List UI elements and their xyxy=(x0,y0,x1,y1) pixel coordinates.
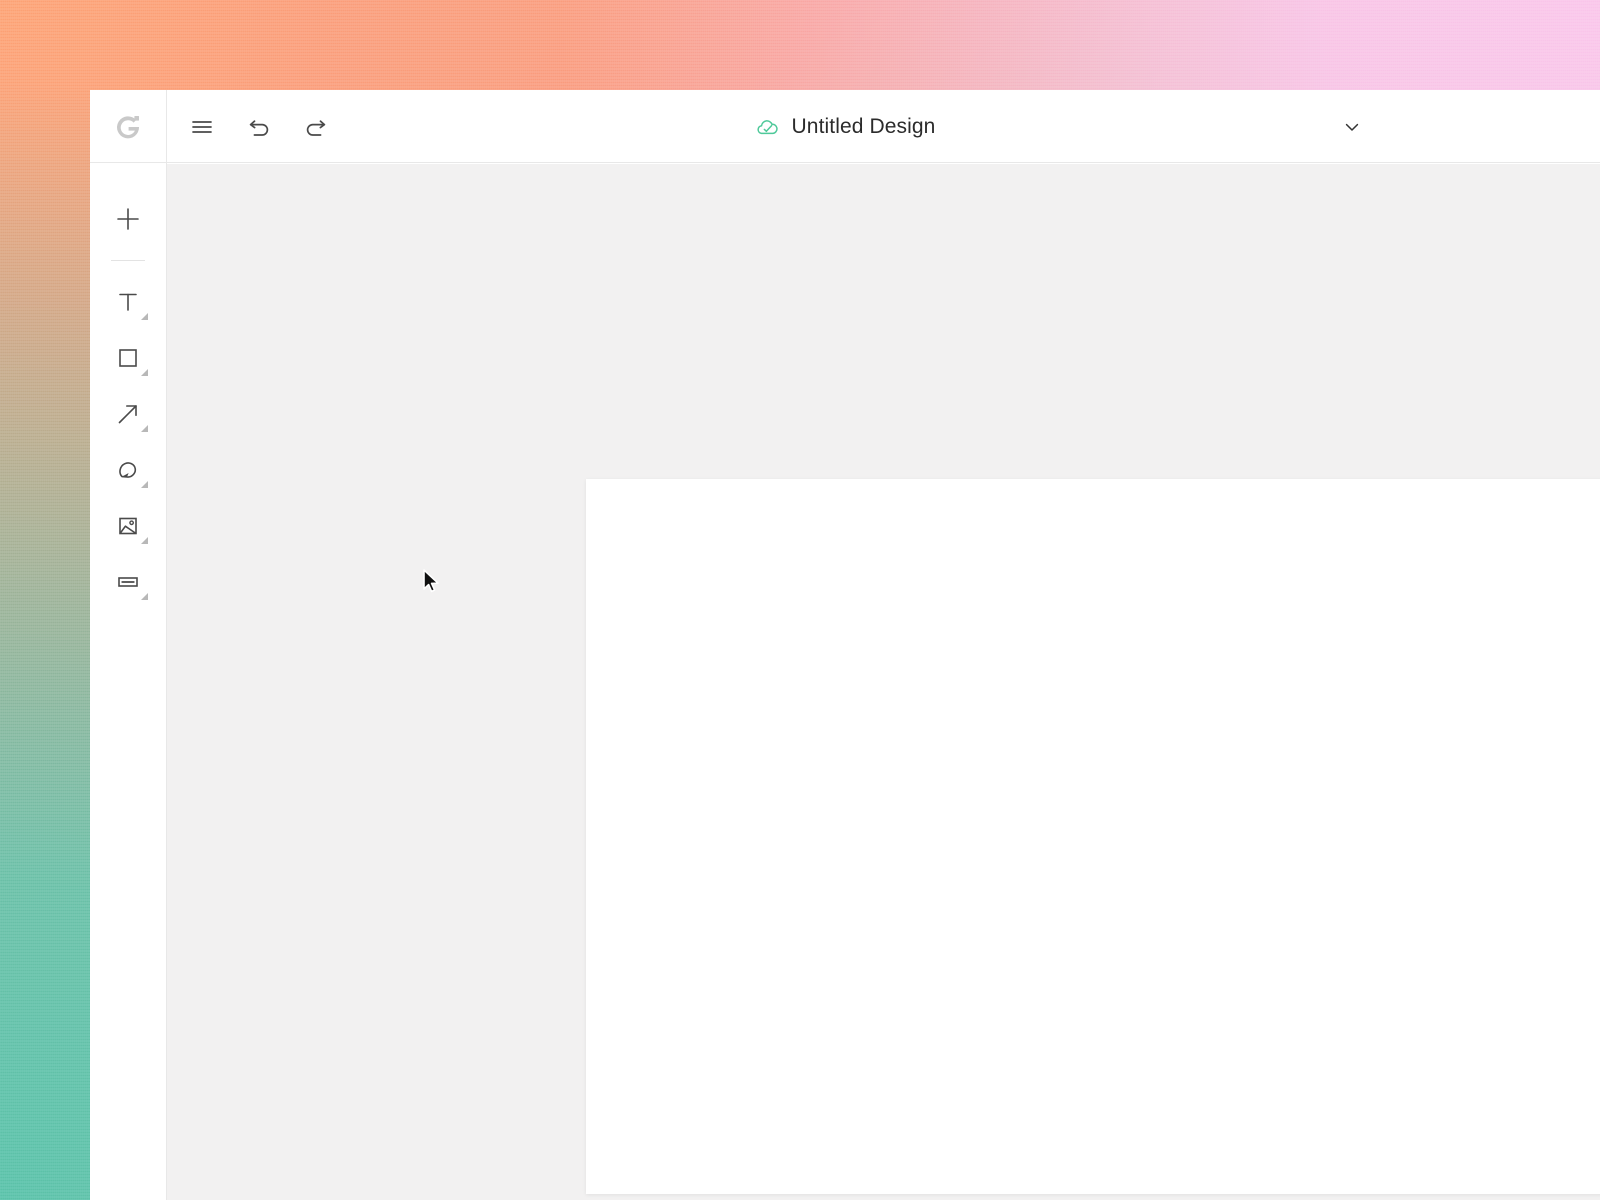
redo-arrow-icon xyxy=(302,113,330,141)
canvas-workspace[interactable] xyxy=(167,164,1600,1200)
plus-icon xyxy=(113,204,143,234)
app-logo-button[interactable] xyxy=(90,90,167,163)
pen-tool-icon xyxy=(113,455,143,485)
cloud-check-icon xyxy=(755,115,779,139)
hamburger-menu-icon xyxy=(189,114,215,140)
tool-submenu-indicator-icon xyxy=(141,425,148,432)
toolbar-action-group xyxy=(185,90,333,163)
tool-submenu-indicator-icon xyxy=(141,313,148,320)
image-tool-icon xyxy=(113,511,143,541)
document-title-text: Untitled Design xyxy=(791,114,936,138)
left-tool-rail xyxy=(90,163,167,1200)
top-toolbar: Untitled Design xyxy=(90,90,1600,163)
text-tool-icon xyxy=(113,287,143,317)
chevron-down-icon xyxy=(1340,115,1364,139)
tool-submenu-indicator-icon xyxy=(141,369,148,376)
tool-submenu-indicator-icon xyxy=(141,481,148,488)
undo-arrow-icon xyxy=(245,113,273,141)
undo-button[interactable] xyxy=(242,110,276,144)
tool-submenu-indicator-icon xyxy=(141,537,148,544)
desktop-background: Untitled Design xyxy=(0,0,1600,1200)
rectangle-tool-button[interactable] xyxy=(100,330,156,386)
gravit-g-logo-icon xyxy=(112,111,144,143)
text-tool-button[interactable] xyxy=(100,274,156,330)
add-tool-button[interactable] xyxy=(100,191,156,247)
application-window: Untitled Design xyxy=(90,90,1600,1200)
slice-tool-button[interactable] xyxy=(100,554,156,610)
pen-tool-button[interactable] xyxy=(100,442,156,498)
image-tool-button[interactable] xyxy=(100,498,156,554)
rectangle-tool-icon xyxy=(113,343,143,373)
tool-rail-divider xyxy=(111,260,145,261)
line-tool-button[interactable] xyxy=(100,386,156,442)
artboard-canvas[interactable] xyxy=(586,479,1600,1194)
arrow-pointer-cursor xyxy=(422,568,442,596)
tool-submenu-indicator-icon xyxy=(141,593,148,600)
document-title-button[interactable]: Untitled Design xyxy=(755,115,936,139)
hamburger-menu-button[interactable] xyxy=(185,110,219,144)
document-options-dropdown-button[interactable] xyxy=(1340,90,1364,163)
line-arrow-tool-icon xyxy=(113,399,143,429)
redo-button[interactable] xyxy=(299,110,333,144)
slice-tool-icon xyxy=(113,567,143,597)
